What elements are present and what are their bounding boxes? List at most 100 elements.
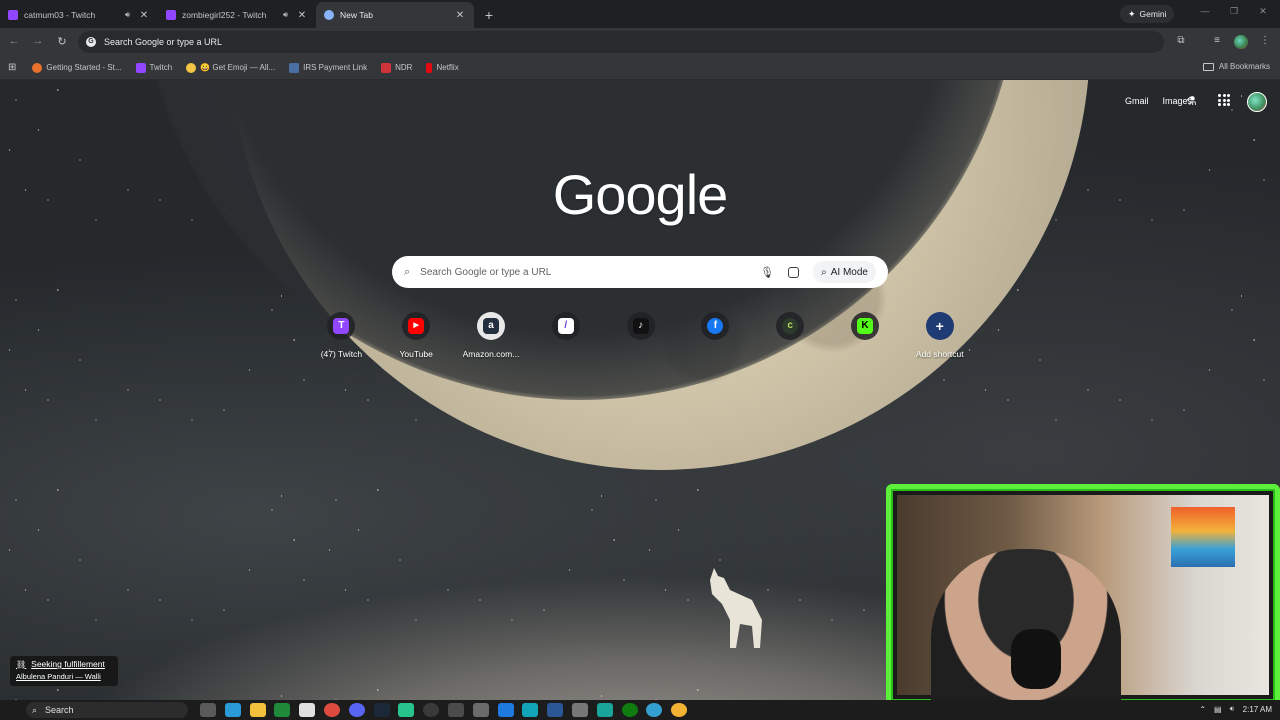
chat-icon[interactable]	[299, 703, 316, 717]
minimize-icon[interactable]: —	[1198, 6, 1212, 16]
app-green-icon[interactable]	[398, 703, 415, 717]
shortcut-7[interactable]: c	[753, 312, 828, 359]
tab-title: New Tab	[340, 10, 373, 20]
app-teal-icon[interactable]	[596, 703, 613, 717]
bookmark-label: NDR	[395, 63, 413, 72]
youtube-icon: ▶	[408, 318, 425, 334]
app-arrow-icon[interactable]	[571, 703, 588, 717]
task-view-icon[interactable]	[200, 703, 216, 717]
shortcut-amazon[interactable]: a Amazon.com...	[454, 312, 529, 359]
shortcut-4[interactable]: /	[528, 312, 603, 359]
c-icon: c	[782, 318, 799, 334]
facebook-icon: f	[707, 318, 724, 334]
wolf-image	[710, 568, 762, 648]
plus-icon: +	[935, 318, 944, 334]
xbox-app-icon[interactable]	[621, 703, 638, 717]
windows-taskbar: ⌕ Search ⌃ ▤ 🔉︎ 2:17 AM	[0, 700, 1280, 720]
firefox-icon	[32, 62, 43, 73]
wallpaper-title[interactable]: Seeking fulfillement	[31, 659, 105, 669]
close-icon[interactable]: ✕	[138, 10, 150, 21]
cast-icon[interactable]: ⧉	[1174, 35, 1188, 46]
labs-flask-icon[interactable]: ⚗	[1186, 94, 1197, 108]
obs-icon[interactable]	[423, 703, 440, 717]
bookmark-irs[interactable]: IRS Payment Link	[289, 62, 368, 73]
all-bookmarks-button[interactable]: All Bookmarks	[1202, 62, 1270, 71]
ai-mode-button[interactable]: ⌕ AI Mode	[813, 261, 876, 283]
reload-icon[interactable]: ↻	[54, 35, 70, 48]
bookmark-ndr[interactable]: NDR	[381, 62, 413, 73]
webcam-painting	[1171, 507, 1235, 567]
app-cyan-icon[interactable]	[522, 703, 539, 717]
gmail-link[interactable]: Gmail	[1125, 96, 1149, 106]
taskbar-search[interactable]: ⌕ Search	[26, 702, 188, 718]
steam-icon[interactable]	[373, 703, 390, 717]
bookmark-get-emoji[interactable]: 😀 Get Emoji — All...	[186, 62, 275, 73]
media-controls-icon[interactable]: ≡	[1210, 35, 1224, 46]
window-close-icon[interactable]: ✕	[1256, 6, 1270, 17]
bookmark-label: Twitch	[149, 63, 173, 72]
tiktok-icon: ♪	[632, 318, 649, 334]
all-bookmarks-label: All Bookmarks	[1218, 62, 1270, 71]
shortcut-tiktok[interactable]: ♪	[603, 312, 678, 359]
tab-zombiegirl252[interactable]: zombiegirl252 - Twitch 🔊︎ ✕	[158, 2, 316, 28]
speaker-icon[interactable]: 🔊︎	[125, 10, 130, 20]
app-blue-icon[interactable]	[497, 703, 514, 717]
shortcut-youtube[interactable]: ▶ YouTube	[379, 312, 454, 359]
gemini-button[interactable]: ✦ Gemini	[1120, 5, 1175, 23]
network-icon[interactable]: ▤	[1214, 705, 1222, 714]
speaker-icon[interactable]: 🔊︎	[283, 10, 288, 20]
chrome-icon[interactable]	[323, 703, 340, 717]
profile-avatar[interactable]	[1234, 35, 1248, 49]
shortcut-label: YouTube	[399, 349, 433, 359]
google-apps-icon[interactable]	[1218, 94, 1230, 106]
close-icon[interactable]: ✕	[296, 10, 308, 21]
tab-new-tab[interactable]: New Tab ✕	[316, 2, 474, 28]
chrome-active-icon[interactable]	[671, 703, 688, 717]
shortcut-twitch[interactable]: T (47) Twitch	[304, 312, 379, 359]
forward-icon[interactable]: →	[30, 35, 46, 47]
app-dark-icon[interactable]	[447, 703, 464, 717]
app-grid-icon[interactable]	[472, 703, 489, 717]
bookmark-netflix[interactable]: Netflix	[426, 62, 459, 73]
google-lens-icon[interactable]	[788, 266, 800, 278]
omnibox[interactable]: G Search Google or type a URL	[78, 31, 1164, 53]
wallpaper-credit[interactable]: ⛓ Seeking fulfillement Albulena Panduri —…	[10, 656, 118, 686]
clock[interactable]: 2:17 AM	[1243, 705, 1272, 714]
ai-mode-icon: ⌕	[821, 266, 827, 278]
file-explorer-icon[interactable]	[249, 703, 266, 717]
search-icon: ⌕	[32, 704, 38, 715]
bookmark-getting-started[interactable]: Getting Started - St...	[32, 62, 122, 73]
wallpaper-author[interactable]: Albulena Panduri — Walli	[16, 672, 112, 681]
bookmark-twitch[interactable]: Twitch	[135, 62, 173, 73]
account-avatar[interactable]	[1247, 92, 1267, 112]
shortcut-kick[interactable]: K	[828, 312, 903, 359]
gemini-label: Gemini	[1139, 9, 1167, 19]
back-icon[interactable]: ←	[6, 35, 22, 47]
apps-grid-icon[interactable]: ⊞	[8, 62, 16, 73]
ntp-search-box[interactable]: ⌕ Search Google or type a URL 🎙︎ ⌕ AI Mod…	[392, 256, 888, 288]
volume-icon[interactable]: 🔉︎	[1230, 704, 1235, 714]
maximize-icon[interactable]: ❐	[1227, 6, 1241, 17]
omnibox-placeholder: Search Google or type a URL	[104, 37, 223, 47]
tab-strip: catmum03 - Twitch 🔊︎ ✕ zombiegirl252 - T…	[0, 0, 1280, 28]
shortcut-facebook[interactable]: f	[678, 312, 753, 359]
edge-app-icon[interactable]	[646, 703, 663, 717]
xbox-icon[interactable]	[274, 703, 291, 717]
tab-catmum03[interactable]: catmum03 - Twitch 🔊︎ ✕	[0, 2, 158, 28]
ai-mode-label: AI Mode	[830, 266, 868, 278]
menu-icon[interactable]: ⋮	[1258, 35, 1272, 46]
webcam-headset	[1011, 629, 1061, 689]
discord-icon[interactable]	[348, 703, 365, 717]
bookmark-label: IRS Payment Link	[303, 63, 368, 72]
taskbar-apps	[200, 703, 696, 717]
bookmark-label: Getting Started - St...	[46, 63, 122, 72]
google-g-icon: G	[86, 37, 96, 47]
microphone-icon[interactable]: 🎙︎	[760, 266, 774, 279]
edge-icon[interactable]	[224, 703, 241, 717]
new-tab-button[interactable]: +	[478, 4, 500, 26]
tray-overflow-icon[interactable]: ⌃	[1199, 705, 1206, 714]
close-icon[interactable]: ✕	[454, 10, 466, 21]
word-icon[interactable]	[547, 703, 564, 717]
shortcut-label: Amazon.com...	[462, 349, 520, 359]
add-shortcut-button[interactable]: + Add shortcut	[902, 312, 977, 359]
